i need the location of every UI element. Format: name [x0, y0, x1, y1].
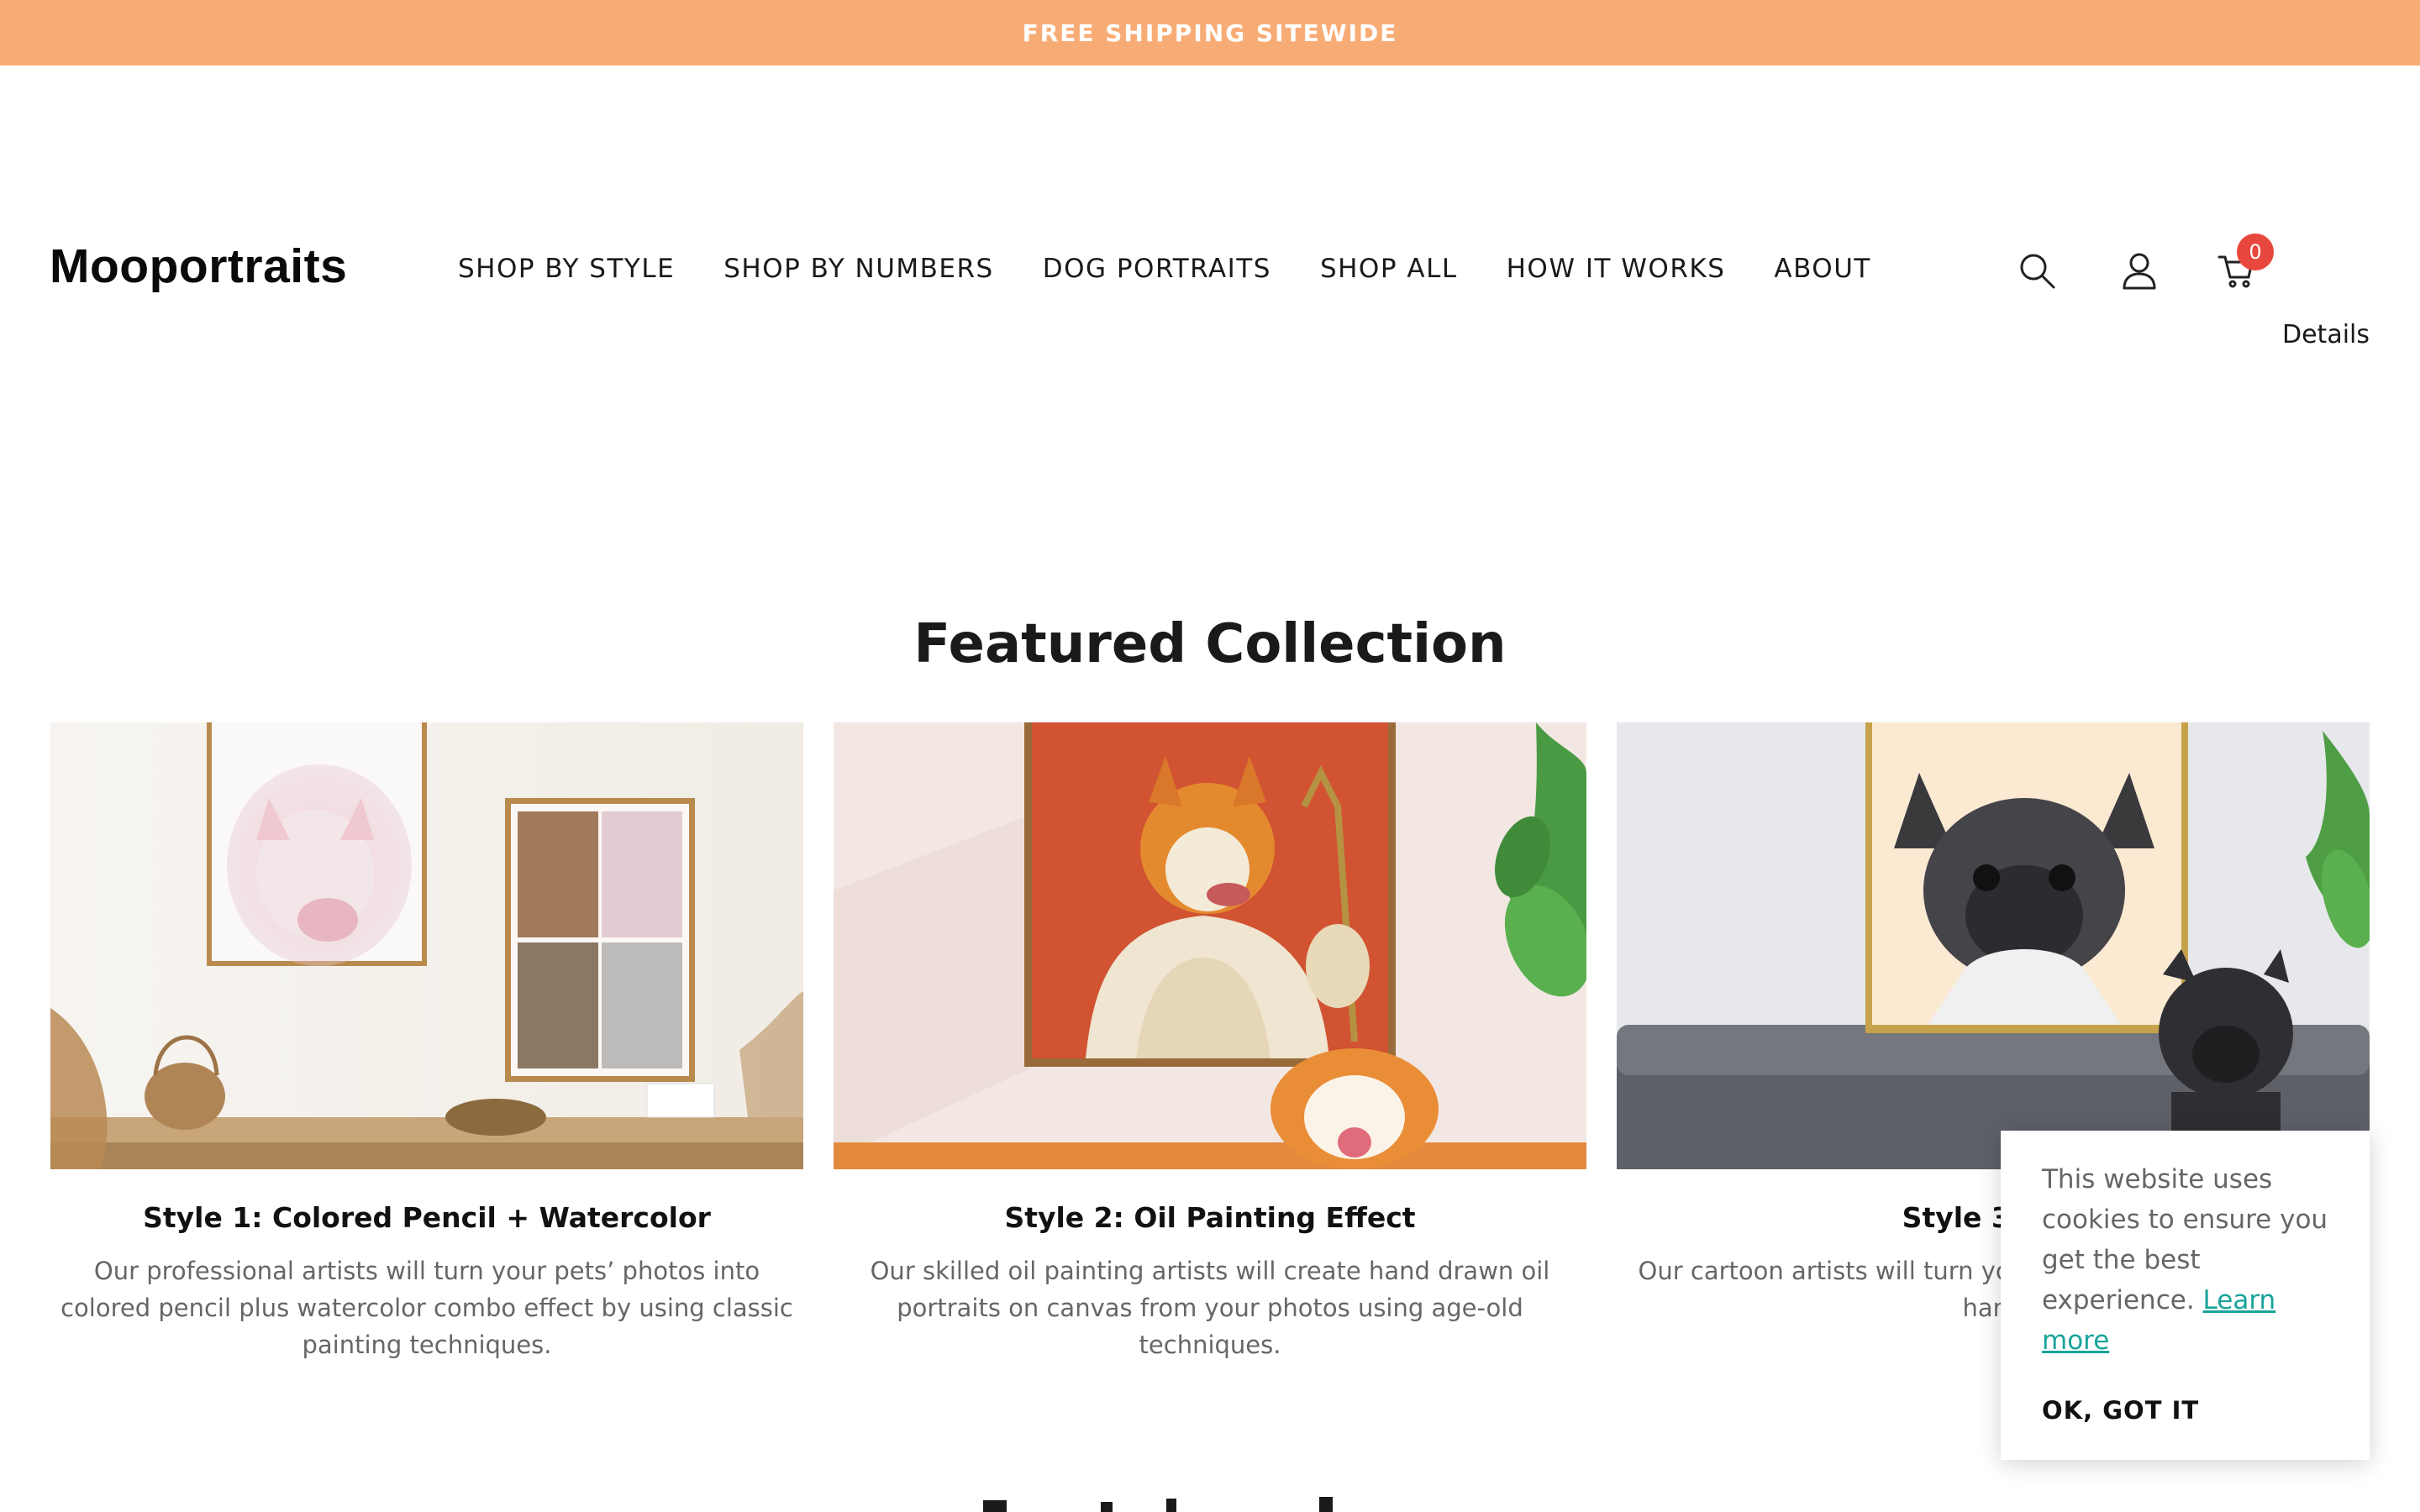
- collection-card[interactable]: Style 2: Oil Painting Effect Our skilled…: [834, 722, 1586, 1363]
- search-icon[interactable]: [2017, 250, 2057, 291]
- cart-count-badge: 0: [2237, 234, 2274, 270]
- card-title[interactable]: Style 2: Oil Painting Effect: [834, 1201, 1586, 1234]
- account-icon[interactable]: [2119, 250, 2160, 291]
- announcement-text: FREE SHIPPING SITEWIDE: [1022, 18, 1398, 47]
- details-link[interactable]: Details: [2282, 320, 2370, 349]
- nav-shop-by-style[interactable]: SHOP BY STYLE: [458, 254, 675, 284]
- nav-about[interactable]: ABOUT: [1774, 254, 1870, 284]
- next-section-heading-clipped: [966, 1490, 1386, 1512]
- cookie-text: This website uses cookies to ensure you …: [2042, 1164, 2328, 1315]
- header-icons: 0: [2017, 234, 2274, 291]
- main-nav: SHOP BY STYLE SHOP BY NUMBERS DOG PORTRA…: [458, 254, 1920, 284]
- nav-shop-by-numbers[interactable]: SHOP BY NUMBERS: [723, 254, 994, 284]
- oil-painting-style-image[interactable]: [834, 722, 1586, 1169]
- announcement-bar: FREE SHIPPING SITEWIDE: [0, 0, 2420, 66]
- cookie-message: This website uses cookies to ensure you …: [2042, 1159, 2344, 1361]
- nav-shop-all[interactable]: SHOP ALL: [1320, 254, 1458, 284]
- nav-dog-portraits[interactable]: DOG PORTRAITS: [1043, 254, 1271, 284]
- watercolor-style-image[interactable]: [50, 722, 803, 1169]
- card-description: Our professional artists will turn your …: [60, 1257, 793, 1359]
- accept-cookies-button[interactable]: OK, GOT IT: [2042, 1396, 2199, 1425]
- card-description: Our skilled oil painting artists will cr…: [870, 1257, 1550, 1359]
- nav-how-it-works[interactable]: HOW IT WORKS: [1507, 254, 1726, 284]
- brand-logo[interactable]: Mooportraits: [50, 239, 347, 294]
- collection-card[interactable]: Style 1: Colored Pencil + Watercolor Our…: [50, 722, 803, 1363]
- card-title[interactable]: Style 1: Colored Pencil + Watercolor: [50, 1201, 803, 1234]
- cookie-banner: This website uses cookies to ensure you …: [2001, 1131, 2370, 1460]
- cart-icon[interactable]: 0: [2217, 234, 2274, 291]
- cartoon-style-image[interactable]: [1617, 722, 2370, 1169]
- section-title: Featured Collection: [913, 613, 1507, 675]
